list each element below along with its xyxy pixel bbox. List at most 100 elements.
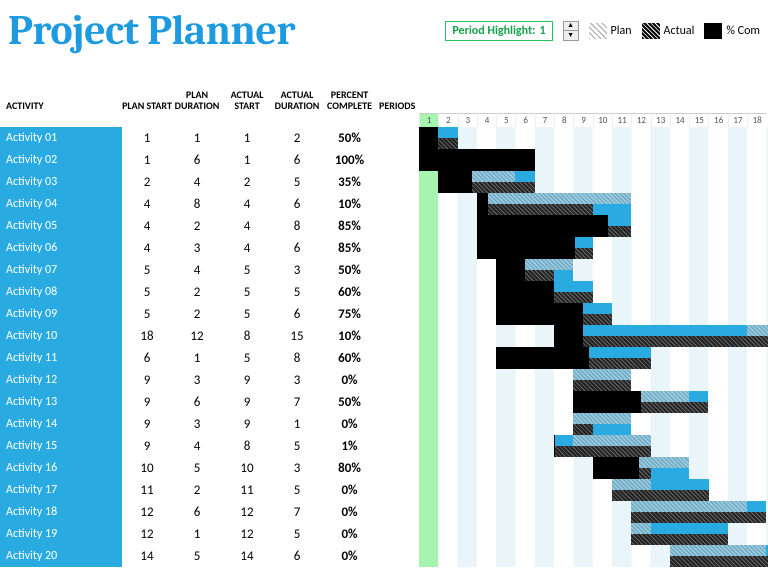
activity-name[interactable]: Activity 18: [0, 501, 122, 523]
plan-duration-cell[interactable]: 5: [172, 549, 222, 564]
actual-duration-cell[interactable]: 15: [272, 329, 322, 344]
spinner-down-icon[interactable]: ▼: [564, 31, 578, 40]
activity-name[interactable]: Activity 12: [0, 369, 122, 391]
plan-start-cell[interactable]: 9: [122, 373, 172, 388]
activity-name[interactable]: Activity 10: [0, 325, 122, 347]
period-spinner[interactable]: ▲ ▼: [563, 21, 579, 41]
actual-duration-cell[interactable]: 3: [272, 373, 322, 388]
plan-duration-cell[interactable]: 2: [172, 219, 222, 234]
plan-start-cell[interactable]: 4: [122, 219, 172, 234]
actual-duration-cell[interactable]: 5: [272, 285, 322, 300]
percent-cell[interactable]: 60%: [322, 351, 377, 366]
actual-duration-cell[interactable]: 7: [272, 395, 322, 410]
plan-start-cell[interactable]: 1: [122, 131, 172, 146]
plan-start-cell[interactable]: 5: [122, 285, 172, 300]
plan-start-cell[interactable]: 18: [122, 329, 172, 344]
plan-start-cell[interactable]: 4: [122, 241, 172, 256]
activity-name[interactable]: Activity 09: [0, 303, 122, 325]
activity-name[interactable]: Activity 07: [0, 259, 122, 281]
actual-start-cell[interactable]: 9: [222, 417, 272, 432]
plan-duration-cell[interactable]: 6: [172, 505, 222, 520]
spinner-up-icon[interactable]: ▲: [564, 22, 578, 31]
actual-duration-cell[interactable]: 8: [272, 219, 322, 234]
percent-cell[interactable]: 50%: [322, 263, 377, 278]
plan-duration-cell[interactable]: 4: [172, 439, 222, 454]
actual-start-cell[interactable]: 9: [222, 395, 272, 410]
plan-start-cell[interactable]: 12: [122, 505, 172, 520]
actual-start-cell[interactable]: 5: [222, 307, 272, 322]
actual-start-cell[interactable]: 11: [222, 483, 272, 498]
plan-duration-cell[interactable]: 5: [172, 461, 222, 476]
plan-duration-cell[interactable]: 2: [172, 307, 222, 322]
plan-duration-cell[interactable]: 6: [172, 395, 222, 410]
actual-duration-cell[interactable]: 8: [272, 351, 322, 366]
activity-name[interactable]: Activity 16: [0, 457, 122, 479]
percent-cell[interactable]: 0%: [322, 417, 377, 432]
actual-duration-cell[interactable]: 5: [272, 175, 322, 190]
percent-cell[interactable]: 80%: [322, 461, 377, 476]
actual-start-cell[interactable]: 14: [222, 549, 272, 564]
percent-cell[interactable]: 85%: [322, 219, 377, 234]
activity-name[interactable]: Activity 11: [0, 347, 122, 369]
actual-duration-cell[interactable]: 5: [272, 527, 322, 542]
plan-duration-cell[interactable]: 3: [172, 241, 222, 256]
actual-start-cell[interactable]: 1: [222, 153, 272, 168]
actual-duration-cell[interactable]: 6: [272, 549, 322, 564]
activity-name[interactable]: Activity 15: [0, 435, 122, 457]
actual-start-cell[interactable]: 12: [222, 527, 272, 542]
plan-duration-cell[interactable]: 2: [172, 285, 222, 300]
plan-start-cell[interactable]: 5: [122, 307, 172, 322]
plan-start-cell[interactable]: 14: [122, 549, 172, 564]
plan-duration-cell[interactable]: 3: [172, 417, 222, 432]
percent-cell[interactable]: 10%: [322, 329, 377, 344]
plan-duration-cell[interactable]: 6: [172, 153, 222, 168]
percent-cell[interactable]: 100%: [322, 153, 377, 168]
actual-duration-cell[interactable]: 5: [272, 439, 322, 454]
actual-duration-cell[interactable]: 7: [272, 505, 322, 520]
percent-cell[interactable]: 50%: [322, 395, 377, 410]
percent-cell[interactable]: 1%: [322, 439, 377, 454]
plan-duration-cell[interactable]: 1: [172, 351, 222, 366]
actual-start-cell[interactable]: 5: [222, 285, 272, 300]
activity-name[interactable]: Activity 13: [0, 391, 122, 413]
percent-cell[interactable]: 50%: [322, 131, 377, 146]
activity-name[interactable]: Activity 03: [0, 171, 122, 193]
activity-name[interactable]: Activity 02: [0, 149, 122, 171]
plan-start-cell[interactable]: 9: [122, 439, 172, 454]
plan-start-cell[interactable]: 4: [122, 197, 172, 212]
percent-cell[interactable]: 0%: [322, 505, 377, 520]
plan-start-cell[interactable]: 11: [122, 483, 172, 498]
actual-duration-cell[interactable]: 2: [272, 131, 322, 146]
actual-start-cell[interactable]: 4: [222, 219, 272, 234]
activity-name[interactable]: Activity 01: [0, 127, 122, 149]
percent-cell[interactable]: 10%: [322, 197, 377, 212]
actual-start-cell[interactable]: 4: [222, 197, 272, 212]
actual-start-cell[interactable]: 2: [222, 175, 272, 190]
plan-duration-cell[interactable]: 1: [172, 527, 222, 542]
activity-name[interactable]: Activity 17: [0, 479, 122, 501]
percent-cell[interactable]: 75%: [322, 307, 377, 322]
actual-start-cell[interactable]: 12: [222, 505, 272, 520]
percent-cell[interactable]: 0%: [322, 549, 377, 564]
plan-duration-cell[interactable]: 4: [172, 263, 222, 278]
activity-name[interactable]: Activity 14: [0, 413, 122, 435]
actual-start-cell[interactable]: 5: [222, 351, 272, 366]
plan-start-cell[interactable]: 6: [122, 351, 172, 366]
percent-cell[interactable]: 0%: [322, 373, 377, 388]
actual-duration-cell[interactable]: 3: [272, 461, 322, 476]
actual-duration-cell[interactable]: 6: [272, 153, 322, 168]
percent-cell[interactable]: 60%: [322, 285, 377, 300]
actual-start-cell[interactable]: 10: [222, 461, 272, 476]
plan-start-cell[interactable]: 10: [122, 461, 172, 476]
percent-cell[interactable]: 0%: [322, 527, 377, 542]
percent-cell[interactable]: 85%: [322, 241, 377, 256]
plan-start-cell[interactable]: 1: [122, 153, 172, 168]
actual-start-cell[interactable]: 9: [222, 373, 272, 388]
actual-start-cell[interactable]: 1: [222, 131, 272, 146]
percent-cell[interactable]: 0%: [322, 483, 377, 498]
plan-duration-cell[interactable]: 4: [172, 175, 222, 190]
actual-duration-cell[interactable]: 6: [272, 197, 322, 212]
actual-start-cell[interactable]: 4: [222, 241, 272, 256]
plan-start-cell[interactable]: 9: [122, 417, 172, 432]
plan-duration-cell[interactable]: 2: [172, 483, 222, 498]
